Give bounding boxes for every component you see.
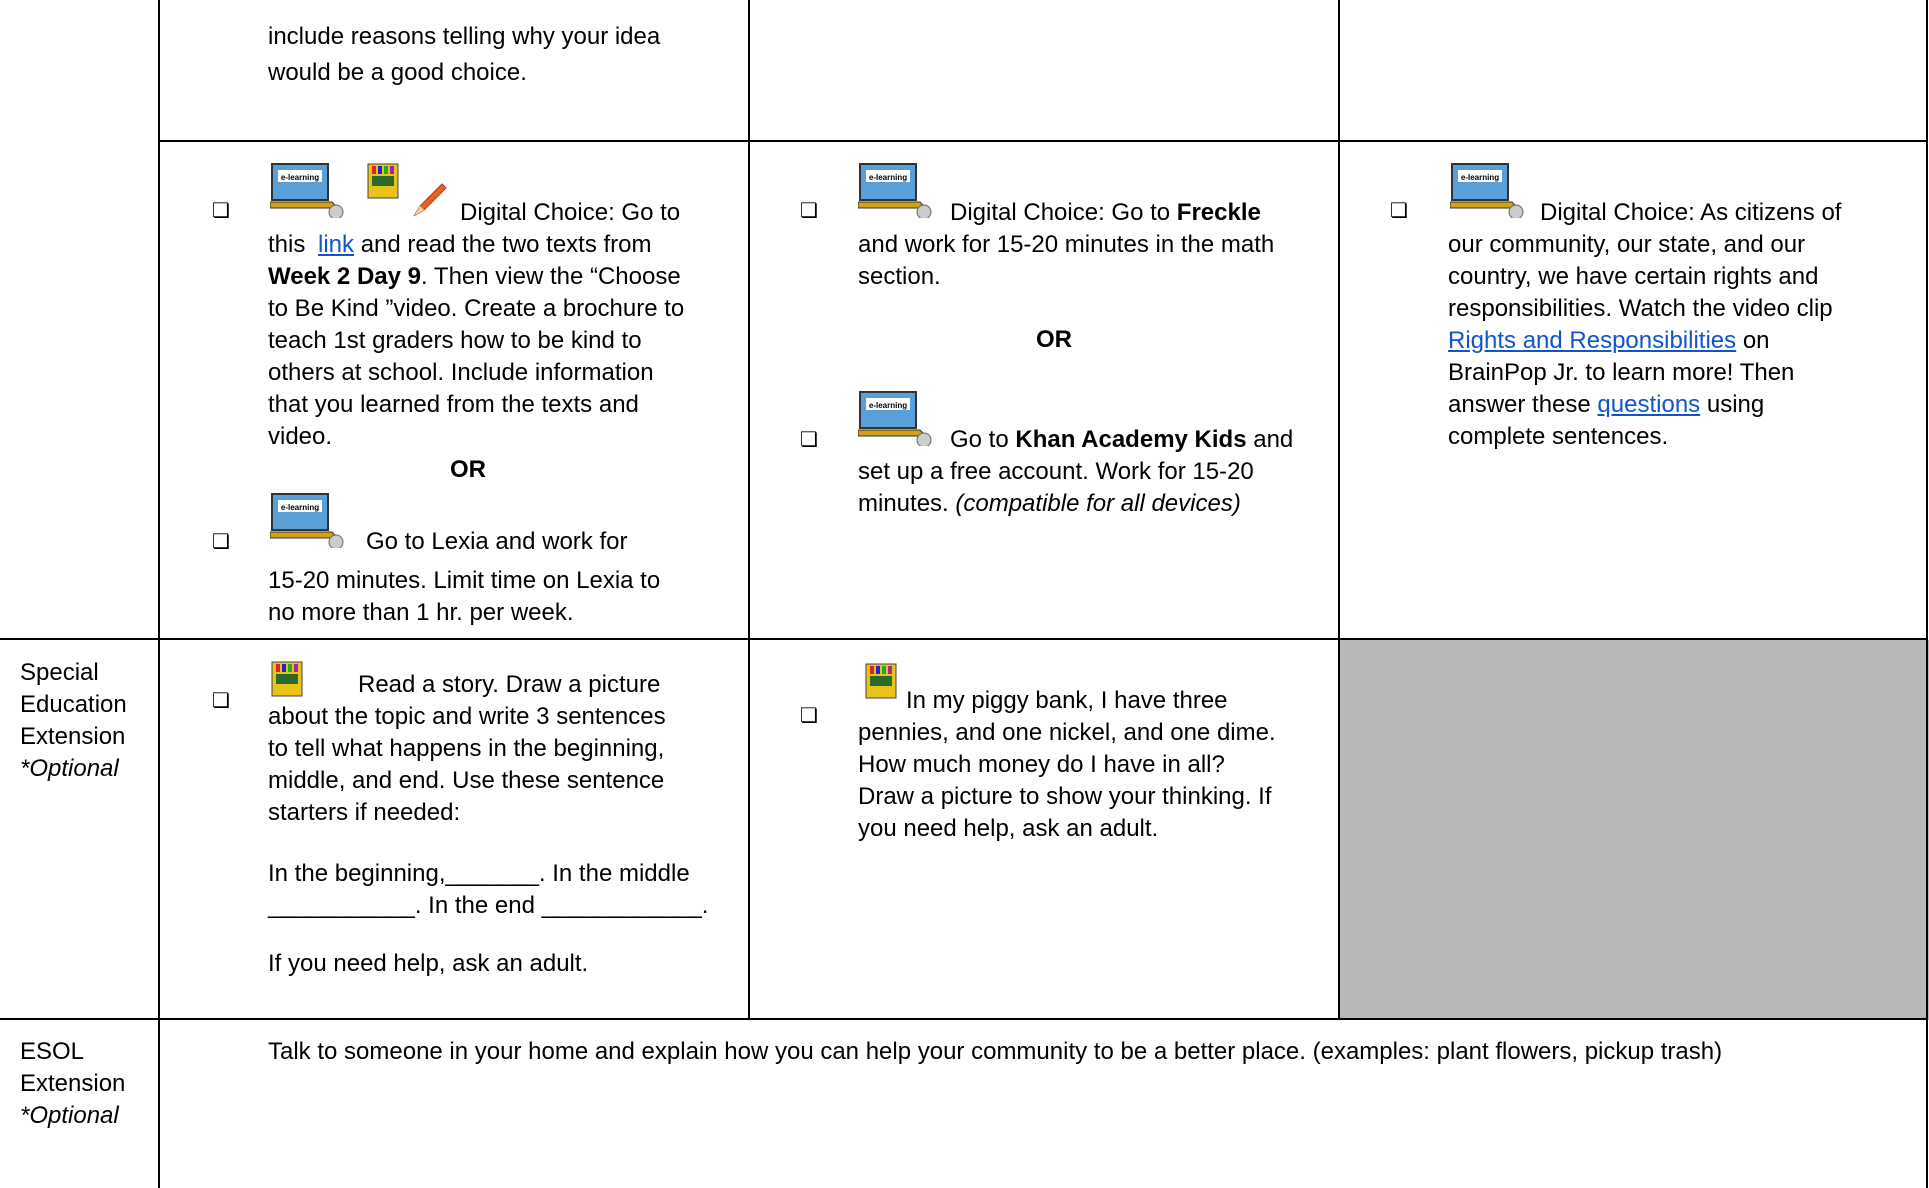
sped-label-1: Special bbox=[20, 659, 99, 686]
table-border bbox=[748, 0, 750, 1020]
svg-text:e-learning: e-learning bbox=[281, 173, 319, 182]
sped-label-2: Education bbox=[20, 691, 127, 718]
reading-digital-line-2: this link and read the two texts from bbox=[268, 231, 652, 258]
or-separator: OR bbox=[1036, 326, 1072, 353]
reading-digital-line-7: that you learned from the texts and bbox=[268, 391, 639, 418]
sped-math-line-2: pennies, and one nickel, and one dime. bbox=[858, 719, 1276, 746]
checkbox-icon[interactable] bbox=[800, 203, 816, 219]
sped-starter-1: In the beginning,_______. In the middle bbox=[268, 860, 690, 887]
sped-optional: *Optional bbox=[20, 755, 119, 782]
e-learning-laptop-icon: e-learning bbox=[858, 391, 932, 446]
checkbox-icon[interactable] bbox=[212, 203, 228, 219]
checkbox-icon[interactable] bbox=[212, 534, 228, 550]
crayon-box-icon bbox=[271, 661, 303, 697]
rights-responsibilities-link[interactable]: Rights and Responsibilities bbox=[1448, 327, 1736, 354]
social-line-4: responsibilities. Watch the video clip bbox=[1448, 295, 1833, 322]
e-learning-laptop-icon: e-learning bbox=[270, 493, 344, 548]
freckle-line-1: Digital Choice: Go to Freckle bbox=[950, 199, 1261, 226]
or-separator: OR bbox=[450, 456, 486, 483]
table-border bbox=[1926, 0, 1928, 1188]
social-line-6: BrainPop Jr. to learn more! Then bbox=[1448, 359, 1795, 386]
reading-digital-line-6: others at school. Include information bbox=[268, 359, 654, 386]
sped-starter-2: ___________. In the end ____________. bbox=[268, 892, 709, 919]
checkbox-icon[interactable] bbox=[1390, 203, 1406, 219]
sped-reading-line-2: about the topic and write 3 sentences bbox=[268, 703, 666, 730]
checkbox-icon[interactable] bbox=[800, 708, 816, 724]
checkbox-icon[interactable] bbox=[212, 693, 228, 709]
e-learning-laptop-icon: e-learning bbox=[858, 163, 932, 218]
social-line-3: country, we have certain rights and bbox=[1448, 263, 1819, 290]
reading-digital-line-1: Digital Choice: Go to bbox=[460, 199, 681, 226]
reading-digital-line-8: video. bbox=[268, 423, 333, 450]
esol-label-2: Extension bbox=[20, 1070, 126, 1097]
sped-math-line-1: In my piggy bank, I have three bbox=[906, 687, 1228, 714]
sped-reading-line-3: to tell what happens in the beginning, bbox=[268, 735, 665, 762]
pencil-icon bbox=[413, 183, 447, 217]
svg-text:e-learning: e-learning bbox=[869, 401, 907, 410]
reading-link[interactable]: link bbox=[318, 231, 354, 258]
sped-label-3: Extension bbox=[20, 723, 126, 750]
checkbox-icon[interactable] bbox=[800, 432, 816, 448]
table-border bbox=[158, 0, 160, 1188]
freckle-line-3: section. bbox=[858, 263, 941, 290]
sped-math-line-4: Draw a picture to show your thinking. If bbox=[858, 783, 1272, 810]
reading-digital-line-5: teach 1st graders how to be kind to bbox=[268, 327, 642, 354]
social-line-2: our community, our state, and our bbox=[1448, 231, 1806, 258]
sped-reading-line-4: middle, and end. Use these sentence bbox=[268, 767, 665, 794]
esol-optional: *Optional bbox=[20, 1102, 119, 1129]
svg-text:e-learning: e-learning bbox=[869, 173, 907, 182]
crayon-box-icon bbox=[367, 163, 399, 199]
khan-line-1: Go to Khan Academy Kids and bbox=[950, 426, 1294, 453]
social-line-8: complete sentences. bbox=[1448, 423, 1669, 450]
table-border bbox=[0, 1018, 1928, 1020]
sped-math-line-5: you need help, ask an adult. bbox=[858, 815, 1159, 842]
questions-link[interactable]: questions bbox=[1597, 391, 1700, 418]
social-line-1: Digital Choice: As citizens of bbox=[1540, 199, 1842, 226]
khan-line-3: minutes. (compatible for all devices) bbox=[858, 490, 1241, 517]
svg-text:e-learning: e-learning bbox=[281, 503, 319, 512]
social-line-5: Rights and Responsibilities on bbox=[1448, 327, 1770, 354]
reading-continued-line: include reasons telling why your idea bbox=[268, 23, 661, 50]
esol-label-1: ESOL bbox=[20, 1038, 85, 1065]
lexia-line-2: 15-20 minutes. Limit time on Lexia to bbox=[268, 567, 661, 594]
empty-grey-cell bbox=[1340, 640, 1929, 1020]
khan-line-2: set up a free account. Work for 15-20 bbox=[858, 458, 1254, 485]
esol-text: Talk to someone in your home and explain… bbox=[268, 1038, 1723, 1065]
freckle-line-2: and work for 15-20 minutes in the math bbox=[858, 231, 1275, 258]
sped-reading-line-1: Read a story. Draw a picture bbox=[358, 671, 661, 698]
lexia-line-3: no more than 1 hr. per week. bbox=[268, 599, 574, 626]
reading-digital-line-4: to Be Kind ”video. Create a brochure to bbox=[268, 295, 685, 322]
svg-text:e-learning: e-learning bbox=[1461, 173, 1499, 182]
table-border bbox=[0, 638, 1928, 640]
crayon-box-icon bbox=[865, 663, 897, 699]
table-border bbox=[1338, 0, 1340, 1020]
sped-reading-line-5: starters if needed: bbox=[268, 799, 461, 826]
reading-continued-line: would be a good choice. bbox=[268, 59, 527, 86]
sped-help: If you need help, ask an adult. bbox=[268, 950, 589, 977]
table-border bbox=[158, 140, 1928, 142]
lexia-line-1: Go to Lexia and work for bbox=[366, 528, 628, 555]
sped-math-line-3: How much money do I have in all? bbox=[858, 751, 1225, 778]
social-line-7: answer these questions using bbox=[1448, 391, 1765, 418]
e-learning-laptop-icon: e-learning bbox=[1450, 163, 1524, 218]
e-learning-laptop-icon: e-learning bbox=[270, 163, 344, 218]
reading-digital-line-3: Week 2 Day 9. Then view the “Choose bbox=[268, 263, 681, 290]
